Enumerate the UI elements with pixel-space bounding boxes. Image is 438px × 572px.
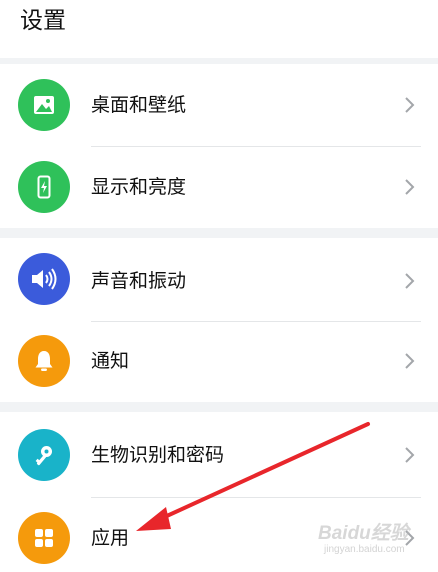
settings-group-sound: 声音和振动 通知 (0, 238, 438, 402)
chevron-right-icon (405, 353, 415, 369)
settings-item-biometrics-password[interactable]: 生物识别和密码 (0, 412, 438, 494)
chevron-right-icon (405, 273, 415, 289)
chevron-right-icon (405, 447, 415, 463)
settings-group-display: 桌面和壁纸 显示和亮度 (0, 64, 438, 228)
chevron-right-icon (405, 179, 415, 195)
baidu-watermark: Baidu经验 jingyan.baidu.com (318, 518, 428, 560)
settings-item-label: 通知 (91, 350, 130, 372)
apps-grid-icon (18, 512, 70, 564)
settings-item-desktop-wallpaper[interactable]: 桌面和壁纸 (0, 64, 438, 146)
settings-item-label: 声音和振动 (91, 270, 187, 292)
phone-brightness-icon (18, 161, 70, 213)
settings-item-label: 显示和亮度 (91, 176, 187, 198)
bell-icon (18, 335, 70, 387)
settings-item-notifications[interactable]: 通知 (0, 321, 438, 403)
settings-item-label: 应用 (91, 527, 130, 549)
settings-item-label: 生物识别和密码 (91, 444, 225, 466)
settings-item-label: 桌面和壁纸 (91, 94, 187, 116)
settings-item-sound-vibration[interactable]: 声音和振动 (0, 238, 438, 320)
key-icon (18, 429, 70, 481)
header: 设置 (0, 0, 438, 58)
watermark-url: jingyan.baidu.com (324, 544, 405, 555)
speaker-icon (18, 253, 70, 305)
watermark-brand: Baidu经验 (318, 523, 409, 544)
image-icon (18, 79, 70, 131)
page-title: 设置 (20, 8, 66, 34)
chevron-right-icon (405, 97, 415, 113)
settings-item-display-brightness[interactable]: 显示和亮度 (0, 146, 438, 228)
